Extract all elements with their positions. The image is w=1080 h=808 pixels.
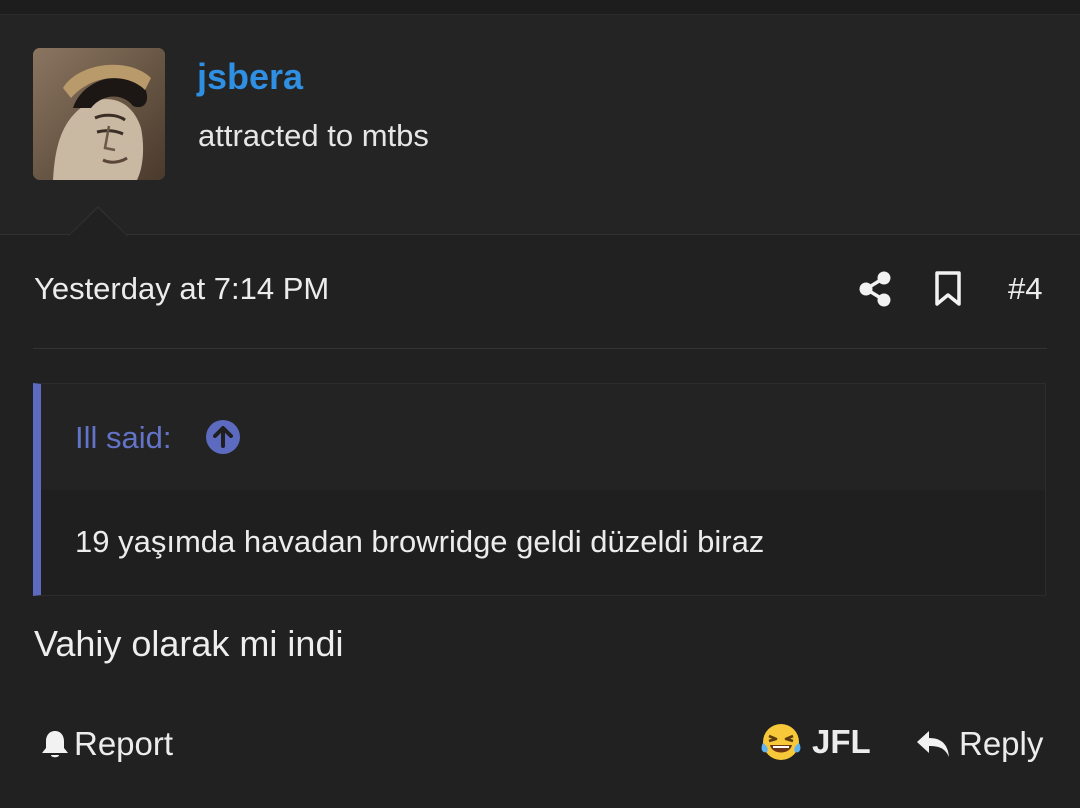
quote-block: Ill said: 19 yaşımda havadan browridge g…: [33, 383, 1046, 596]
crying-laughing-emoji-icon: [761, 724, 801, 760]
arrow-up-circle-icon[interactable]: [205, 419, 241, 455]
bookmark-icon[interactable]: [933, 270, 963, 308]
forum-post: jsbera attracted to mtbs Yesterday at 7:…: [0, 0, 1080, 808]
quote-text: 19 yaşımda havadan browridge geldi düzel…: [75, 524, 765, 559]
username-link[interactable]: jsbera: [197, 57, 303, 97]
avatar-image: [33, 48, 165, 180]
report-button[interactable]: Report: [40, 724, 173, 764]
user-title: attracted to mtbs: [198, 118, 429, 153]
post-date[interactable]: Yesterday at 7:14 PM: [34, 271, 329, 307]
quote-author[interactable]: Ill said:: [75, 420, 171, 456]
reaction-button[interactable]: JFL: [760, 720, 871, 764]
post-message: Vahiy olarak mi indi: [34, 623, 344, 664]
quote-header: Ill said:: [41, 384, 1045, 490]
user-block: jsbera attracted to mtbs: [0, 15, 1080, 235]
avatar[interactable]: [33, 48, 165, 180]
bell-icon: [42, 731, 68, 758]
top-divider: [0, 0, 1080, 15]
meta-divider: [33, 348, 1047, 349]
reply-label: Reply: [959, 725, 1044, 762]
share-icon[interactable]: [858, 270, 892, 308]
report-label: Report: [74, 725, 174, 762]
reply-arrow-icon: [917, 731, 949, 757]
user-block-pointer-fill: [69, 208, 127, 236]
reply-button[interactable]: Reply: [915, 724, 1043, 764]
post-number-link[interactable]: #4: [1008, 271, 1042, 307]
reaction-label: JFL: [812, 723, 871, 760]
